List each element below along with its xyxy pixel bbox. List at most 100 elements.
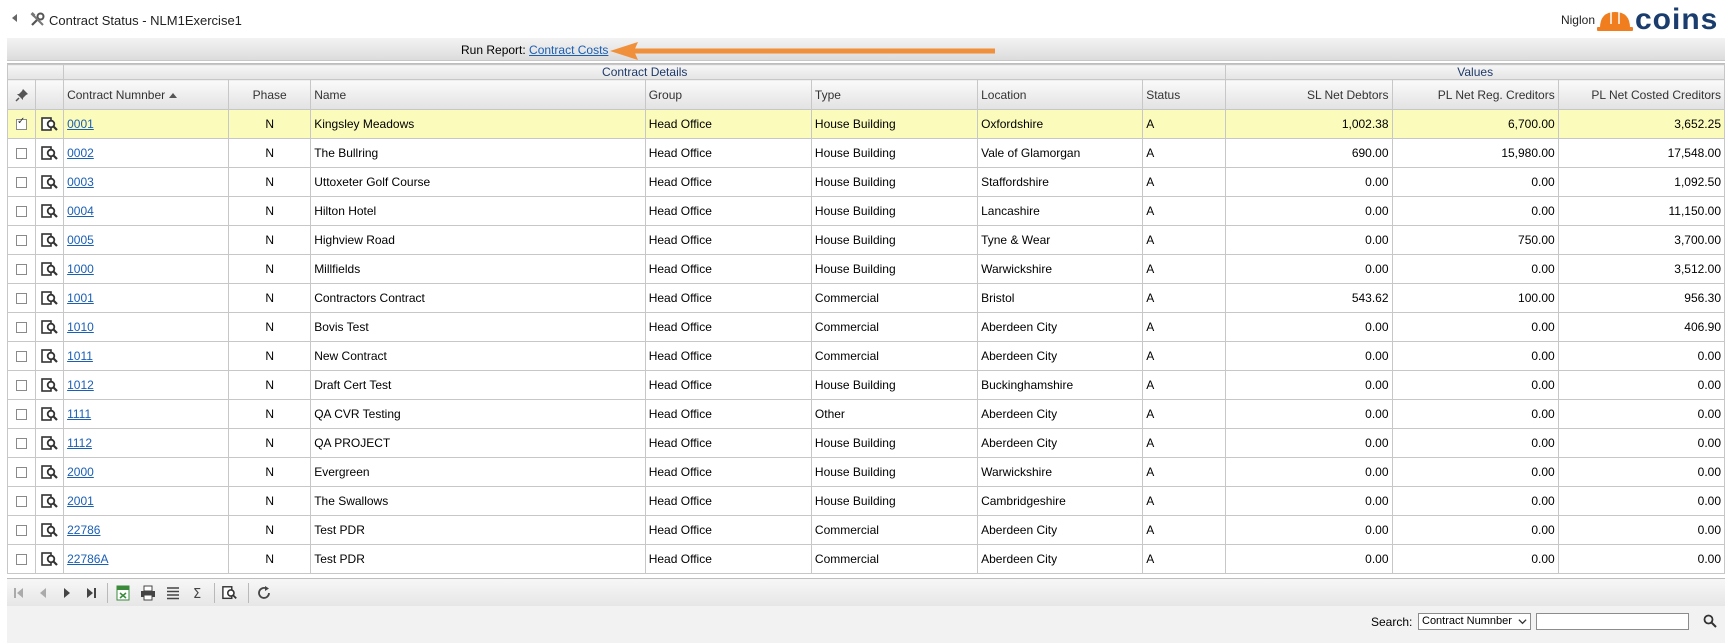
contract-number-link[interactable]: 1001 bbox=[67, 291, 94, 305]
pin-icon[interactable] bbox=[14, 88, 29, 102]
row-view-cell[interactable] bbox=[35, 283, 65, 313]
view-record-icon[interactable] bbox=[40, 117, 59, 132]
view-record-icon[interactable] bbox=[40, 494, 59, 509]
view-record-icon[interactable] bbox=[40, 320, 59, 335]
table-row[interactable]: 22786 N Test PDR Head Office Commercial Aberd… bbox=[7, 515, 1725, 545]
contract-number-link[interactable]: 1111 bbox=[67, 407, 91, 421]
row-view-cell[interactable] bbox=[35, 457, 65, 487]
row-select-cell[interactable] bbox=[7, 283, 37, 313]
contract-number-link[interactable]: 22786A bbox=[67, 552, 108, 566]
contract-number-link[interactable]: 0002 bbox=[67, 146, 94, 160]
contract-number-link[interactable]: 1010 bbox=[67, 320, 94, 334]
row-select-cell[interactable] bbox=[7, 167, 37, 197]
search-input[interactable] bbox=[1536, 613, 1689, 630]
export-excel-icon[interactable] bbox=[115, 585, 131, 601]
contract-number-link[interactable]: 1000 bbox=[67, 262, 94, 276]
view-record-icon[interactable] bbox=[40, 407, 59, 422]
contract-number-link[interactable]: 1012 bbox=[67, 378, 94, 392]
contract-number-link[interactable]: 22786 bbox=[67, 523, 100, 537]
row-checkbox[interactable] bbox=[16, 438, 28, 450]
row-view-cell[interactable] bbox=[35, 341, 65, 371]
row-view-cell[interactable] bbox=[35, 225, 65, 255]
row-checkbox[interactable] bbox=[16, 322, 28, 334]
view-record-icon[interactable] bbox=[40, 465, 59, 480]
view-record-icon[interactable] bbox=[40, 146, 59, 161]
table-row[interactable]: 0005 N Highview Road Head Office House Build… bbox=[7, 225, 1725, 255]
view-details-icon[interactable] bbox=[222, 585, 238, 601]
row-select-cell[interactable] bbox=[7, 515, 37, 545]
first-page-icon[interactable] bbox=[11, 585, 27, 601]
table-row[interactable]: 1112 N QA PROJECT Head Office House Building… bbox=[7, 428, 1725, 458]
table-row[interactable]: 1001 N Contractors Contract Head Office Comm… bbox=[7, 283, 1725, 313]
row-select-cell[interactable] bbox=[7, 457, 37, 487]
print-icon[interactable] bbox=[140, 585, 156, 601]
col-header-phase[interactable]: Phase bbox=[228, 79, 312, 110]
row-checkbox[interactable] bbox=[16, 496, 28, 508]
columns-list-icon[interactable] bbox=[165, 585, 181, 601]
row-view-cell[interactable] bbox=[35, 109, 65, 139]
table-row[interactable]: 1011 N New Contract Head Office Commercial Ab… bbox=[7, 341, 1725, 371]
row-view-cell[interactable] bbox=[35, 544, 65, 574]
row-view-cell[interactable] bbox=[35, 399, 65, 429]
row-checkbox[interactable] bbox=[16, 206, 28, 218]
contract-costs-link[interactable]: Contract Costs bbox=[529, 43, 608, 57]
row-select-cell[interactable] bbox=[7, 109, 37, 139]
row-checkbox[interactable] bbox=[16, 293, 28, 305]
contract-number-link[interactable]: 2001 bbox=[67, 494, 94, 508]
row-checkbox[interactable] bbox=[16, 409, 28, 421]
row-view-cell[interactable] bbox=[35, 515, 65, 545]
row-select-cell[interactable] bbox=[7, 196, 37, 226]
row-checkbox[interactable] bbox=[16, 116, 28, 131]
table-row[interactable]: 1111 N QA CVR Testing Head Office Other Aberd… bbox=[7, 399, 1725, 429]
row-view-cell[interactable] bbox=[35, 428, 65, 458]
view-record-icon[interactable] bbox=[40, 233, 59, 248]
contract-number-link[interactable]: 1112 bbox=[67, 436, 92, 450]
table-row[interactable]: 22786A N Test PDR Head Office Commercial Aber… bbox=[7, 544, 1725, 574]
row-view-cell[interactable] bbox=[35, 486, 65, 516]
view-record-icon[interactable] bbox=[40, 349, 59, 364]
col-header-name[interactable]: Name bbox=[310, 79, 646, 110]
col-header-type[interactable]: Type bbox=[810, 79, 979, 110]
sum-icon[interactable]: Σ bbox=[190, 585, 206, 601]
view-record-icon[interactable] bbox=[40, 378, 59, 393]
previous-page-icon[interactable] bbox=[35, 585, 51, 601]
table-row[interactable]: 2000 N Evergreen Head Office House Building W… bbox=[7, 457, 1725, 487]
view-record-icon[interactable] bbox=[40, 291, 59, 306]
col-header-sl-net-debtors[interactable]: SL Net Debtors bbox=[1225, 79, 1393, 110]
refresh-icon[interactable] bbox=[256, 585, 272, 601]
contract-number-link[interactable]: 0003 bbox=[67, 175, 94, 189]
row-select-cell[interactable] bbox=[7, 544, 37, 574]
search-icon[interactable] bbox=[1703, 614, 1717, 628]
row-checkbox[interactable] bbox=[16, 177, 28, 189]
row-select-cell[interactable] bbox=[7, 312, 37, 342]
row-select-cell[interactable] bbox=[7, 399, 37, 429]
col-header-group[interactable]: Group bbox=[644, 79, 812, 110]
row-view-cell[interactable] bbox=[35, 138, 65, 168]
row-view-cell[interactable] bbox=[35, 312, 65, 342]
table-row[interactable]: 0003 N Uttoxeter Golf Course Head Office Hou… bbox=[7, 167, 1725, 197]
last-page-icon[interactable] bbox=[83, 585, 99, 601]
col-header-pl-net-costed-creditors[interactable]: PL Net Costed Creditors bbox=[1557, 79, 1725, 110]
row-view-cell[interactable] bbox=[35, 370, 65, 400]
col-header-pl-net-reg-creditors[interactable]: PL Net Reg. Creditors bbox=[1391, 79, 1559, 110]
row-select-cell[interactable] bbox=[7, 225, 37, 255]
contract-number-link[interactable]: 0001 bbox=[67, 117, 94, 131]
row-checkbox[interactable] bbox=[16, 380, 28, 392]
view-record-icon[interactable] bbox=[40, 436, 59, 451]
row-checkbox[interactable] bbox=[16, 235, 28, 247]
next-page-icon[interactable] bbox=[59, 585, 75, 601]
row-view-cell[interactable] bbox=[35, 167, 65, 197]
row-select-cell[interactable] bbox=[7, 428, 37, 458]
contract-number-link[interactable]: 0004 bbox=[67, 204, 94, 218]
view-record-icon[interactable] bbox=[40, 262, 59, 277]
col-header-location[interactable]: Location bbox=[977, 79, 1144, 110]
row-select-cell[interactable] bbox=[7, 486, 37, 516]
view-record-icon[interactable] bbox=[40, 552, 59, 567]
table-row[interactable]: 0001 NKingsley MeadowsHead OfficeHouse Bu… bbox=[7, 109, 1725, 139]
view-record-icon[interactable] bbox=[40, 204, 59, 219]
contract-number-link[interactable]: 2000 bbox=[67, 465, 94, 479]
row-checkbox[interactable] bbox=[16, 554, 28, 566]
back-arrow-icon[interactable] bbox=[12, 14, 17, 22]
table-row[interactable]: 1012 N Draft Cert Test Head Office House Bui… bbox=[7, 370, 1725, 400]
contract-number-link[interactable]: 1011 bbox=[67, 349, 93, 363]
